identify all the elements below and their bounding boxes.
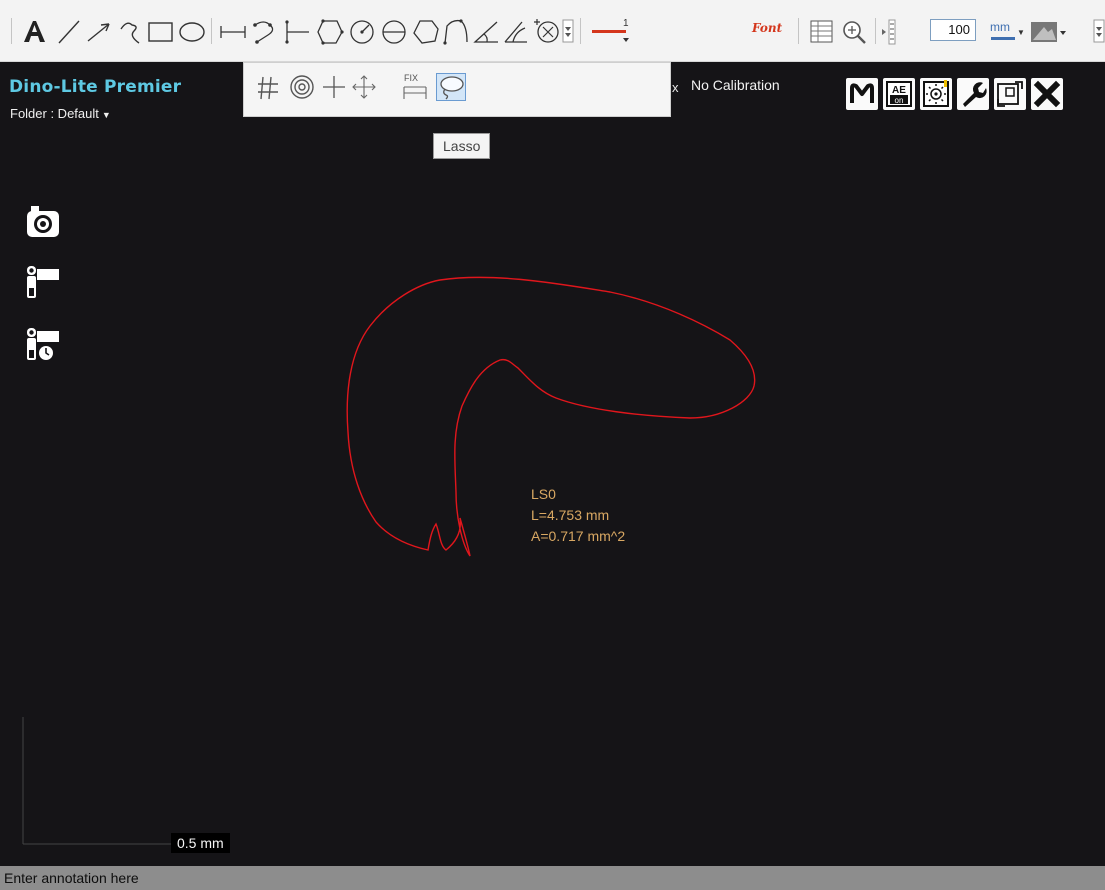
chevron-down-icon: ▼ <box>1017 28 1025 37</box>
measurement-overlay <box>22 276 756 845</box>
wrench-icon <box>963 82 987 107</box>
line-width-icon[interactable]: 1 <box>590 16 632 46</box>
lasso-tooltip: Lasso <box>433 133 491 159</box>
move-icon[interactable] <box>350 73 378 106</box>
polygon-tool-icon[interactable] <box>411 16 441 46</box>
line-tool-icon[interactable] <box>56 16 82 46</box>
measurement-mode-button[interactable] <box>846 78 878 110</box>
video-camera-icon[interactable] <box>25 264 63 309</box>
ellipse-tool-icon[interactable] <box>177 16 207 46</box>
measure-parallel-icon[interactable] <box>283 16 313 46</box>
text-tool-icon[interactable] <box>21 16 47 46</box>
drawing-toolbar: 1 Font 100 mm ▼ <box>0 0 1105 62</box>
measurement-length: L=4.753 mm <box>531 507 610 523</box>
unit-dropdown[interactable]: mm ▼ <box>990 18 1025 44</box>
measure-popup-toolbar: FIX <box>243 62 671 117</box>
close-icon <box>1033 80 1061 108</box>
toolbar-separator <box>580 18 581 44</box>
color-picker-icon[interactable] <box>1030 20 1070 50</box>
chevron-down-icon: ▼ <box>101 110 111 120</box>
svg-text:FIX: FIX <box>404 73 418 83</box>
rectangle-tool-icon[interactable] <box>146 16 176 46</box>
toolbar-overflow-icon[interactable] <box>1093 19 1105 49</box>
measurement-label: LS0 L=4.753 mm A=0.717 mm^2 <box>531 484 625 547</box>
curve-tool-icon[interactable] <box>441 16 471 46</box>
concentric-circles-icon[interactable] <box>288 73 316 106</box>
folder-label-text: Folder : Default <box>10 106 99 121</box>
measurement-area: A=0.717 mm^2 <box>531 528 626 544</box>
angle-tool-icon[interactable] <box>471 16 501 46</box>
font-button[interactable]: Font <box>752 21 782 35</box>
lasso-icon <box>440 76 464 100</box>
crosshair-icon[interactable] <box>320 73 348 106</box>
annotation-input[interactable]: Enter annotation here <box>4 868 139 888</box>
auto-exposure-button[interactable]: AE on <box>883 78 915 110</box>
toolbar-separator <box>211 18 212 44</box>
arrow-tool-icon[interactable] <box>85 16 113 46</box>
camera-icon[interactable] <box>25 202 63 245</box>
polygon-measure-icon[interactable] <box>315 16 345 46</box>
toolbar-overflow-icon[interactable] <box>562 19 574 49</box>
svg-text:on: on <box>895 96 904 105</box>
fullscreen-button[interactable] <box>994 78 1026 110</box>
polyline-tool-icon[interactable] <box>117 16 145 46</box>
svg-text:1: 1 <box>623 18 629 29</box>
calibration-status[interactable]: No Calibration <box>691 77 780 93</box>
toolbar-separator <box>875 18 876 44</box>
annotation-bar: Enter annotation here <box>0 866 1105 890</box>
measure-polyline-icon[interactable] <box>252 16 282 46</box>
calibration-close-icon[interactable]: x <box>672 80 679 95</box>
folder-selector[interactable]: Folder : Default ▼ <box>10 106 111 121</box>
toolbar-separator <box>11 18 12 44</box>
close-button[interactable] <box>1031 78 1063 110</box>
lasso-button[interactable] <box>436 73 466 101</box>
svg-text:AE: AE <box>892 85 906 96</box>
app-title: Dino-Lite Premier <box>9 77 182 97</box>
settings-button[interactable] <box>957 78 989 110</box>
live-view-area[interactable]: Dino-Lite Premier Folder : Default ▼ FIX … <box>0 62 1105 866</box>
zoom-stepper-icon[interactable] <box>880 17 924 47</box>
measurement-name: LS0 <box>531 486 556 502</box>
timer-video-icon[interactable] <box>25 326 63 371</box>
circle-measure-icon[interactable] <box>347 16 377 46</box>
magnifier-icon[interactable] <box>840 16 868 46</box>
angle2-tool-icon[interactable] <box>501 16 531 46</box>
circle-diameter-icon[interactable] <box>379 16 409 46</box>
measure-line-icon[interactable] <box>218 16 248 46</box>
lighting-button[interactable] <box>920 78 952 110</box>
zoom-input[interactable]: 100 <box>930 19 976 41</box>
circle-center-tool-icon[interactable] <box>531 16 563 46</box>
scale-bar-label: 0.5 mm <box>171 833 230 853</box>
table-icon[interactable] <box>808 16 836 46</box>
toolbar-separator <box>798 18 799 44</box>
fixed-measure-icon[interactable]: FIX <box>402 69 430 108</box>
unit-label: mm <box>990 20 1010 34</box>
grid-icon[interactable] <box>256 73 280 106</box>
unit-underline <box>991 37 1015 40</box>
